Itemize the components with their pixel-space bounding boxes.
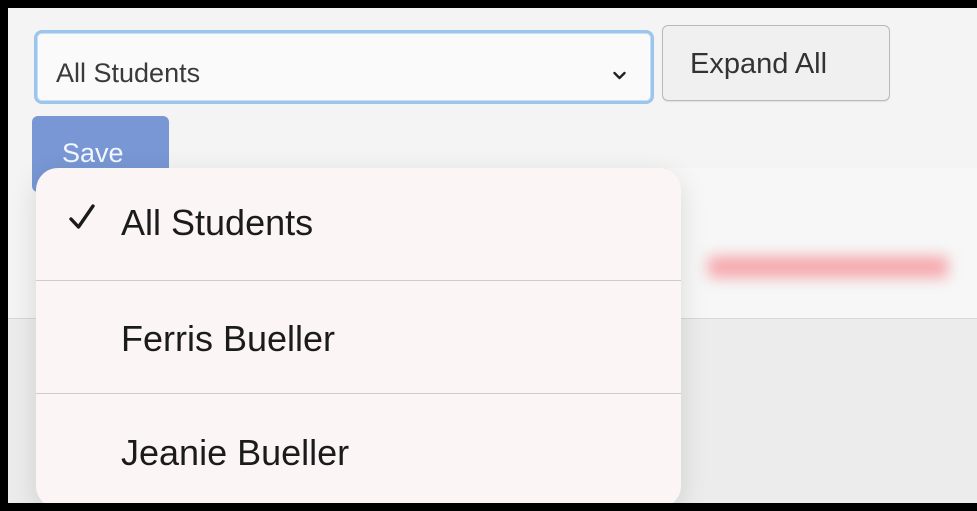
- app-screen: All Students Expand All Save All Student…: [8, 8, 977, 503]
- chevron-down-icon: [613, 71, 626, 80]
- menu-item-label: Ferris Bueller: [121, 318, 336, 359]
- student-dropdown-menu: All Students Ferris Bueller Jeanie Buell…: [36, 168, 681, 503]
- menu-item-all-students[interactable]: All Students: [36, 168, 681, 281]
- menu-item-label: All Students: [121, 202, 314, 243]
- select-value: All Students: [56, 58, 201, 88]
- expand-all-label: Expand All: [690, 48, 828, 80]
- menu-item-label: Jeanie Bueller: [121, 432, 350, 473]
- expand-all-button[interactable]: Expand All: [662, 25, 890, 101]
- checkmark-icon: [69, 204, 95, 229]
- save-label: Save: [62, 138, 124, 168]
- blurred-red-heading: [708, 256, 948, 278]
- screenshot-frame: All Students Expand All Save All Student…: [0, 0, 977, 511]
- student-filter-select[interactable]: All Students: [34, 30, 654, 104]
- menu-item-jeanie-bueller[interactable]: Jeanie Bueller: [36, 394, 681, 503]
- menu-item-ferris-bueller[interactable]: Ferris Bueller: [36, 281, 681, 394]
